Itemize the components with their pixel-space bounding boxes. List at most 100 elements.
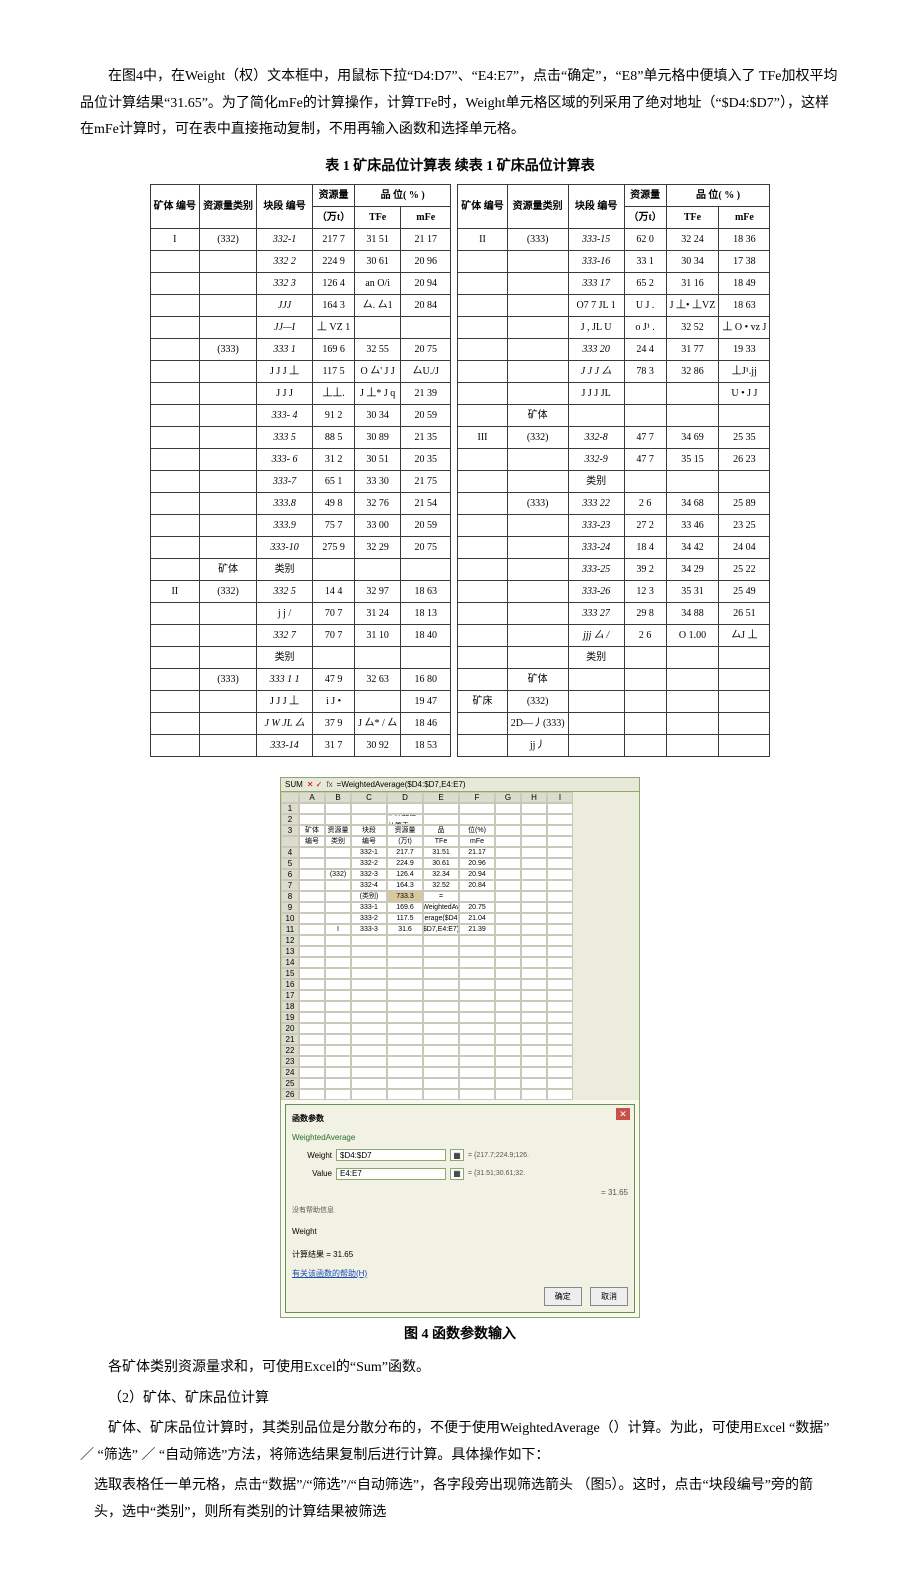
value-input[interactable]: E4:E7 (336, 1168, 446, 1180)
cell: 26 23 (719, 449, 770, 471)
table-row: jjj 厶 /2 6O 1.00厶J 丄 (458, 625, 770, 647)
cell: (333) (200, 669, 257, 691)
cell (458, 251, 508, 273)
cell: 矿床 (458, 691, 508, 713)
cell (507, 339, 568, 361)
cell (355, 559, 401, 581)
cell: 333-15 (568, 229, 624, 251)
cell: II (150, 581, 200, 603)
cell: 2 6 (624, 625, 666, 647)
cell: 21 39 (401, 383, 451, 405)
cell: J 厶* / 厶 (355, 713, 401, 735)
cell (507, 559, 568, 581)
cell: 62 0 (624, 229, 666, 251)
cell (458, 273, 508, 295)
cell: 18 36 (719, 229, 770, 251)
cell: 34 68 (666, 493, 719, 515)
cell: 类别 (568, 647, 624, 669)
cell: 18 4 (624, 537, 666, 559)
cell (355, 691, 401, 713)
cell (458, 559, 508, 581)
cell: 17 38 (719, 251, 770, 273)
cell: 30 51 (355, 449, 401, 471)
value-label: Value (292, 1166, 332, 1181)
table-row: 333-2612 335 3125 49 (458, 581, 770, 603)
cell: (332) (507, 691, 568, 713)
cell: 32 63 (355, 669, 401, 691)
paragraph-section-2: （2）矿体、矿床品位计算 (80, 1386, 840, 1413)
cell (200, 493, 257, 515)
cell (200, 537, 257, 559)
cell (458, 295, 508, 317)
cancel-button[interactable]: 取消 (590, 1287, 628, 1306)
function-args-dialog: ✕ 函数参数 WeightedAverage Weight $D4:$D7 ▦ … (285, 1104, 635, 1313)
cell: 333-23 (568, 515, 624, 537)
cell: o J¹ . (624, 317, 666, 339)
cell (507, 537, 568, 559)
cell: 33 30 (355, 471, 401, 493)
table-row: J W JL 厶37 9J 厶* / 厶18 46 (150, 713, 451, 735)
th-grade: 品 位( % ) (666, 185, 770, 207)
formula-bar: SUM ✕ ✓ fx =WeightedAverage($D4:$D7,E4:E… (281, 778, 639, 792)
cell (150, 273, 200, 295)
cell: 332-9 (568, 449, 624, 471)
cell: 34 69 (666, 427, 719, 449)
range-picker-icon[interactable]: ▦ (450, 1149, 464, 1161)
cell: 类别 (568, 471, 624, 493)
cell (719, 647, 770, 669)
close-icon[interactable]: ✕ (616, 1108, 630, 1120)
cell (507, 471, 568, 493)
cell: 35 31 (666, 581, 719, 603)
cell: 333-24 (568, 537, 624, 559)
cell: 117 5 (313, 361, 355, 383)
table-row: 333- 631 230 5120 35 (150, 449, 451, 471)
cell (150, 691, 200, 713)
ok-button[interactable]: 确定 (544, 1287, 582, 1306)
cell (507, 449, 568, 471)
th-tfe: TFe (666, 207, 719, 229)
cell (624, 735, 666, 757)
th-cat: 资源量类别 (200, 185, 257, 229)
th-no: 矿体 编号 (458, 185, 508, 229)
cell (624, 669, 666, 691)
cell (200, 713, 257, 735)
table-row: 332 2224 930 6120 96 (150, 251, 451, 273)
cell (150, 669, 200, 691)
table-row: 333-10275 932 2920 75 (150, 537, 451, 559)
cell: 31 51 (355, 229, 401, 251)
table-row: jj丿 (458, 735, 770, 757)
table-row: II(333)333-1562 032 2418 36 (458, 229, 770, 251)
cell: (332) (507, 427, 568, 449)
cell: 32 76 (355, 493, 401, 515)
cell (507, 295, 568, 317)
cell: 70 7 (313, 603, 355, 625)
table-row: J J J丄丄.J 丄* J q21 39 (150, 383, 451, 405)
cell: 30 92 (355, 735, 401, 757)
table-row: 333- 491 230 3420 59 (150, 405, 451, 427)
help-link[interactable]: 有关该函数的帮助(H) (292, 1266, 628, 1281)
cell: J J J 丄 (257, 361, 313, 383)
cell (458, 493, 508, 515)
table-row: 332 770 731 1018 40 (150, 625, 451, 647)
cell: 21 54 (401, 493, 451, 515)
table-row: 333.849 832 7621 54 (150, 493, 451, 515)
cell (624, 383, 666, 405)
cell: 18 53 (401, 735, 451, 757)
cell (200, 625, 257, 647)
cell (458, 361, 508, 383)
th-res: 资源量 (313, 185, 355, 207)
paragraph-sum: 各矿体类别资源量求和，可使用Excel的“Sum”函数。 (80, 1355, 840, 1382)
cell: 47 7 (624, 427, 666, 449)
table-row: 333-2539 234 2925 22 (458, 559, 770, 581)
table-row: III(332)332-847 734 6925 35 (458, 427, 770, 449)
th-blk: 块段 编号 (568, 185, 624, 229)
cell: 25 22 (719, 559, 770, 581)
weight-input[interactable]: $D4:$D7 (336, 1149, 446, 1161)
range-picker-icon[interactable]: ▦ (450, 1168, 464, 1180)
cell (150, 295, 200, 317)
cell: (333) (507, 493, 568, 515)
cell: 30 61 (355, 251, 401, 273)
cell: 65 2 (624, 273, 666, 295)
cell: III (458, 427, 508, 449)
cell: jj丿 (507, 735, 568, 757)
